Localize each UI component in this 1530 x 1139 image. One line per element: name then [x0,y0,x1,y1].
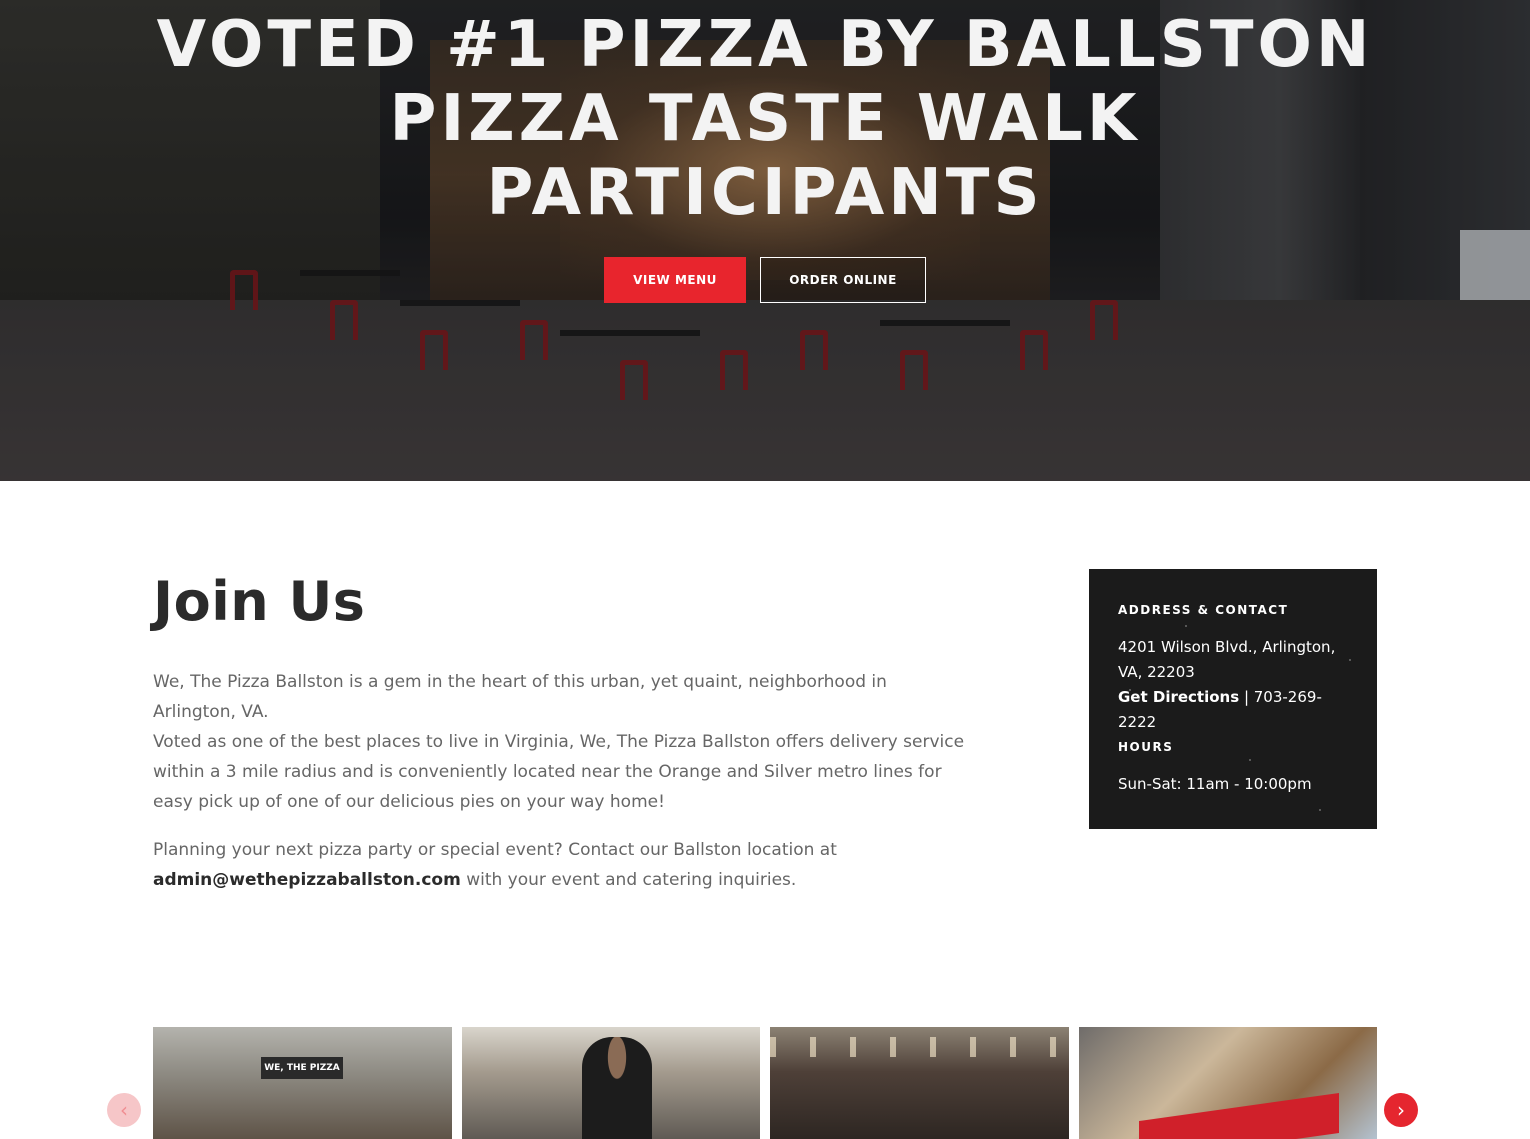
hero-title-line: Participants [486,156,1044,230]
intro-paragraph: We, The Pizza Ballston is a gem in the h… [153,672,887,722]
texture-speck [1319,809,1321,811]
catering-text: Planning your next pizza party or specia… [153,840,837,860]
directions-row: Get Directions | 703-269-2222 [1118,685,1358,735]
carousel-prev-icon[interactable]: ‹ [107,1093,141,1127]
hero-title-line: Voted #1 Pizza by Ballston [156,8,1374,82]
texture-speck [1185,625,1187,627]
hero-title: Voted #1 Pizza by Ballston Pizza Taste W… [0,8,1530,230]
hours-text: Sun-Sat: 11am - 10:00pm [1118,775,1312,793]
get-directions-link[interactable]: Get Directions [1118,688,1239,706]
hero-banner: Voted #1 Pizza by Ballston Pizza Taste W… [0,0,1530,481]
gallery-image-interior[interactable] [770,1027,1069,1139]
hours-heading: Hours [1118,740,1174,754]
pizza-maker-figure [582,1037,652,1139]
address-text: 4201 Wilson Blvd., Arlington, VA, 22203 [1118,638,1336,681]
catering-paragraph: Planning your next pizza party or specia… [153,835,973,895]
address-contact-heading: Address & Contact [1118,603,1289,617]
view-menu-button[interactable]: View Menu [604,257,746,303]
texture-speck [1249,759,1251,761]
storefront-sign: WE, THE PIZZA [261,1057,343,1079]
catering-text-end: with your event and catering inquiries. [460,870,797,890]
carousel-next-icon[interactable]: › [1384,1093,1418,1127]
contact-info-box: Address & Contact 4201 Wilson Blvd., Arl… [1089,569,1377,829]
delivery-paragraph: Voted as one of the best places to live … [153,732,965,812]
ceiling-lights [770,1037,1069,1057]
email-link[interactable]: admin@wethepizzaballston.com [153,870,461,890]
gallery-image-storefront[interactable]: WE, THE PIZZA [153,1027,452,1139]
join-us-heading: Join Us [153,570,366,633]
red-sign-letters [1139,1092,1339,1139]
separator: | [1239,688,1254,706]
order-online-button[interactable]: Order Online [760,257,926,303]
gallery-image-pizza-maker[interactable] [462,1027,760,1139]
hero-title-line: Pizza Taste Walk [389,82,1141,156]
gallery-image-pizza-sign[interactable] [1079,1027,1377,1139]
